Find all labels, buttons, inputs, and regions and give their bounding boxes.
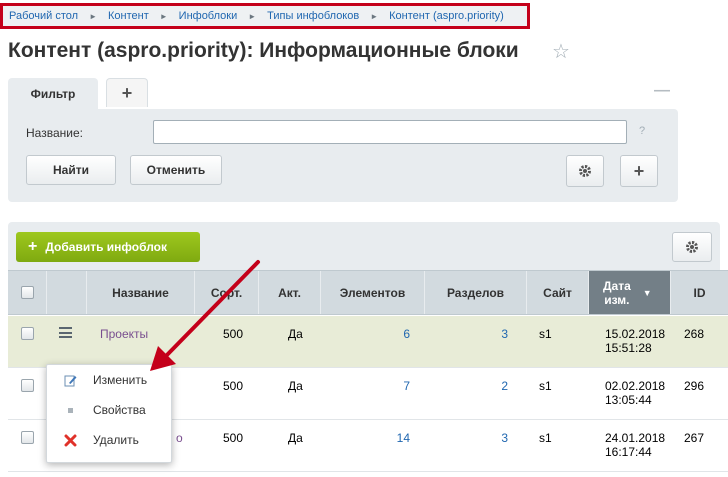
table-row[interactable]: Проекты 500 Да 6 3 s1 15.02.2018 15:51:28… <box>8 316 728 368</box>
header-sections[interactable]: Разделов <box>424 271 526 314</box>
menu-icon[interactable] <box>59 327 72 338</box>
breadcrumb-separator-icon: ► <box>89 11 97 21</box>
header-id[interactable]: ID <box>670 271 728 314</box>
row-checkbox[interactable] <box>21 379 34 392</box>
row-context-menu: Изменить Свойства Удалить <box>46 364 172 463</box>
row-sort: 500 <box>223 327 244 341</box>
list-settings-button[interactable] <box>672 232 712 262</box>
gear-icon <box>579 165 591 177</box>
star-icon[interactable]: ☆ <box>552 39 570 64</box>
sort-desc-icon: ▼ <box>642 287 652 298</box>
add-infoblock-label: Добавить инфоблок <box>45 240 168 254</box>
breadcrumb-item-types[interactable]: Типы инфоблоков <box>267 10 359 22</box>
breadcrumb-item-current[interactable]: Контент (aspro.priority) <box>389 10 504 22</box>
header-elements[interactable]: Элементов <box>320 271 424 314</box>
header-name[interactable]: Название <box>86 271 194 314</box>
add-filter-tab-button[interactable]: + <box>106 78 148 107</box>
name-input[interactable] <box>153 120 627 144</box>
row-date: 02.02.2018 13:05:44 <box>605 379 666 407</box>
row-elements[interactable]: 7 <box>388 379 410 393</box>
row-name[interactable]: о <box>176 431 183 445</box>
row-sections[interactable]: 3 <box>488 327 508 341</box>
row-active: Да <box>288 327 303 341</box>
menu-item-edit[interactable]: Изменить <box>47 365 171 395</box>
select-all-checkbox-cell[interactable] <box>8 271 46 314</box>
row-checkbox[interactable] <box>21 431 34 444</box>
header-date-label: Дата изм. <box>603 278 631 307</box>
header-site[interactable]: Сайт <box>526 271 588 314</box>
row-active: Да <box>288 379 303 393</box>
breadcrumb-item-desktop[interactable]: Рабочий стол <box>9 10 78 22</box>
row-date: 15.02.2018 15:51:28 <box>605 327 666 355</box>
menu-item-edit-label: Изменить <box>93 373 148 387</box>
header-sort[interactable]: Сорт. <box>194 271 258 314</box>
row-id: 268 <box>684 327 705 341</box>
bullet-icon <box>64 404 77 417</box>
header-date[interactable]: Дата изм. ▼ <box>588 271 670 314</box>
find-button[interactable]: Найти <box>26 155 116 185</box>
row-site: s1 <box>539 327 552 341</box>
add-filter-field-button[interactable]: + <box>620 155 658 187</box>
header-active[interactable]: Акт. <box>258 271 320 314</box>
tab-filter[interactable]: Фильтр <box>8 78 98 110</box>
breadcrumb-separator-icon: ► <box>159 11 168 21</box>
cancel-button[interactable]: Отменить <box>130 155 222 185</box>
row-date: 24.01.2018 16:17:44 <box>605 431 666 459</box>
breadcrumb-separator-icon: ► <box>248 11 257 21</box>
gear-icon <box>686 241 698 253</box>
row-elements[interactable]: 14 <box>388 431 410 445</box>
add-infoblock-button[interactable]: + Добавить инфоблок <box>16 232 200 262</box>
menu-item-properties[interactable]: Свойства <box>47 395 171 425</box>
edit-icon <box>64 374 77 387</box>
row-id: 296 <box>684 379 705 393</box>
filter-panel: Название: ? Найти Отменить + <box>8 109 678 202</box>
page-title: Контент (aspro.priority): Информационные… <box>8 39 519 62</box>
row-sections[interactable]: 2 <box>488 379 508 393</box>
row-checkbox[interactable] <box>21 327 34 340</box>
breadcrumb-item-infoblocks[interactable]: Инфоблоки <box>179 10 238 22</box>
help-icon[interactable]: ? <box>639 125 645 137</box>
table-header: Название Сорт. Акт. Элементов Разделов С… <box>8 270 728 315</box>
row-sort: 500 <box>223 379 244 393</box>
menu-item-delete[interactable]: Удалить <box>47 425 171 455</box>
select-all-checkbox[interactable] <box>20 286 34 299</box>
menu-item-delete-label: Удалить <box>93 433 139 447</box>
row-site: s1 <box>539 379 552 393</box>
collapse-icon[interactable]: — <box>654 82 670 99</box>
row-sections[interactable]: 3 <box>488 431 508 445</box>
row-elements[interactable]: 6 <box>388 327 410 341</box>
breadcrumb-separator-icon: ► <box>370 11 379 21</box>
name-label: Название: <box>26 126 83 140</box>
row-name[interactable]: Проекты <box>100 327 148 341</box>
plus-icon: + <box>28 238 38 255</box>
breadcrumb-item-content[interactable]: Контент <box>108 10 149 22</box>
row-site: s1 <box>539 431 552 445</box>
row-active: Да <box>288 431 303 445</box>
menu-item-properties-label: Свойства <box>93 403 146 417</box>
delete-icon <box>64 434 77 447</box>
row-id: 267 <box>684 431 705 445</box>
row-sort: 500 <box>223 431 244 445</box>
filter-settings-button[interactable] <box>566 155 604 187</box>
header-actions <box>46 271 86 314</box>
breadcrumb: Рабочий стол ► Контент ► Инфоблоки ► Тип… <box>0 3 530 29</box>
